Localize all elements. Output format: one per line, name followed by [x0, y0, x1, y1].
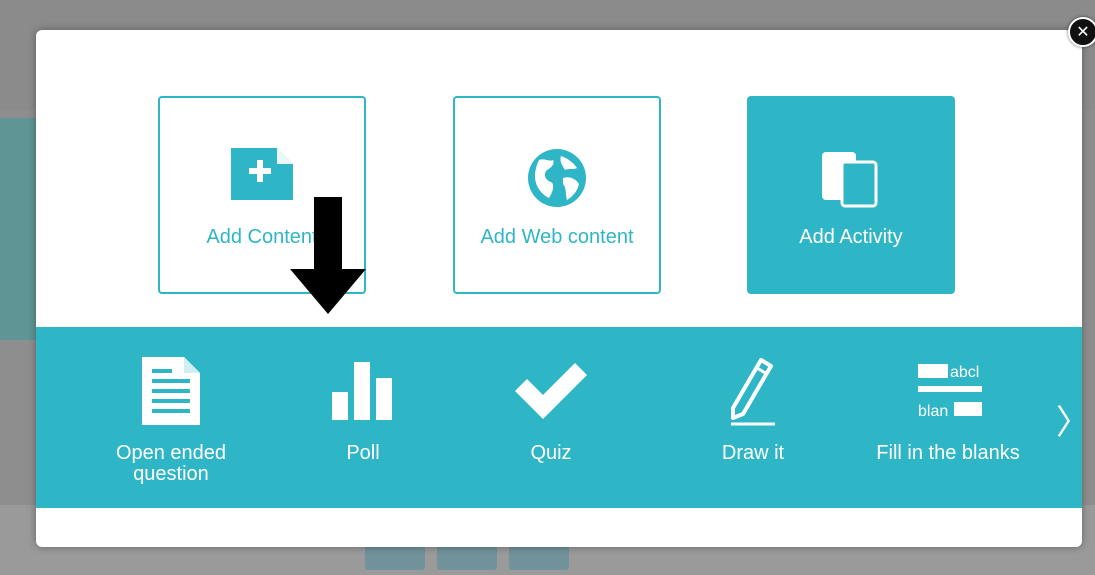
poll-label: Poll — [346, 442, 380, 464]
fill-blanks-icon: abcl blan — [858, 357, 1038, 425]
checkmark-icon — [476, 357, 626, 425]
globe-icon — [455, 148, 659, 208]
document-icon — [86, 357, 256, 425]
background-panel — [0, 118, 36, 340]
draw-it-label: Draw it — [721, 442, 785, 464]
add-activity-label: Add Activity — [799, 226, 903, 248]
add-web-content-label: Add Web content — [480, 226, 634, 248]
close-button[interactable]: ✕ — [1068, 17, 1095, 47]
annotation-down-arrow-icon — [290, 197, 366, 314]
add-item-modal: Add Content Add Web content Add Activity — [36, 30, 1090, 547]
activity-open-ended-question[interactable]: Open ended question — [86, 327, 256, 508]
pencil-icon — [678, 357, 828, 426]
activity-draw-it[interactable]: Draw it — [678, 327, 828, 508]
activity-bar: Open ended question Poll Quiz Draw it ab… — [36, 327, 1090, 508]
next-activities-arrow[interactable]: 〉 — [1056, 395, 1090, 444]
activity-fill-in-the-blanks[interactable]: abcl blan Fill in the blanks — [858, 327, 1038, 508]
add-activity-tile[interactable]: Add Activity — [747, 96, 955, 294]
quiz-label: Quiz — [530, 442, 572, 464]
bar-chart-icon — [288, 357, 438, 425]
add-web-content-tile[interactable]: Add Web content — [453, 96, 661, 294]
svg-text:abcl: abcl — [950, 364, 979, 381]
fill-in-the-blanks-label: Fill in the blanks — [876, 442, 1020, 464]
svg-text:blan: blan — [918, 403, 948, 420]
copy-pages-icon — [749, 148, 953, 208]
open-ended-question-label: Open ended question — [115, 442, 227, 485]
activity-poll[interactable]: Poll — [288, 327, 438, 508]
activity-quiz[interactable]: Quiz — [476, 327, 626, 508]
